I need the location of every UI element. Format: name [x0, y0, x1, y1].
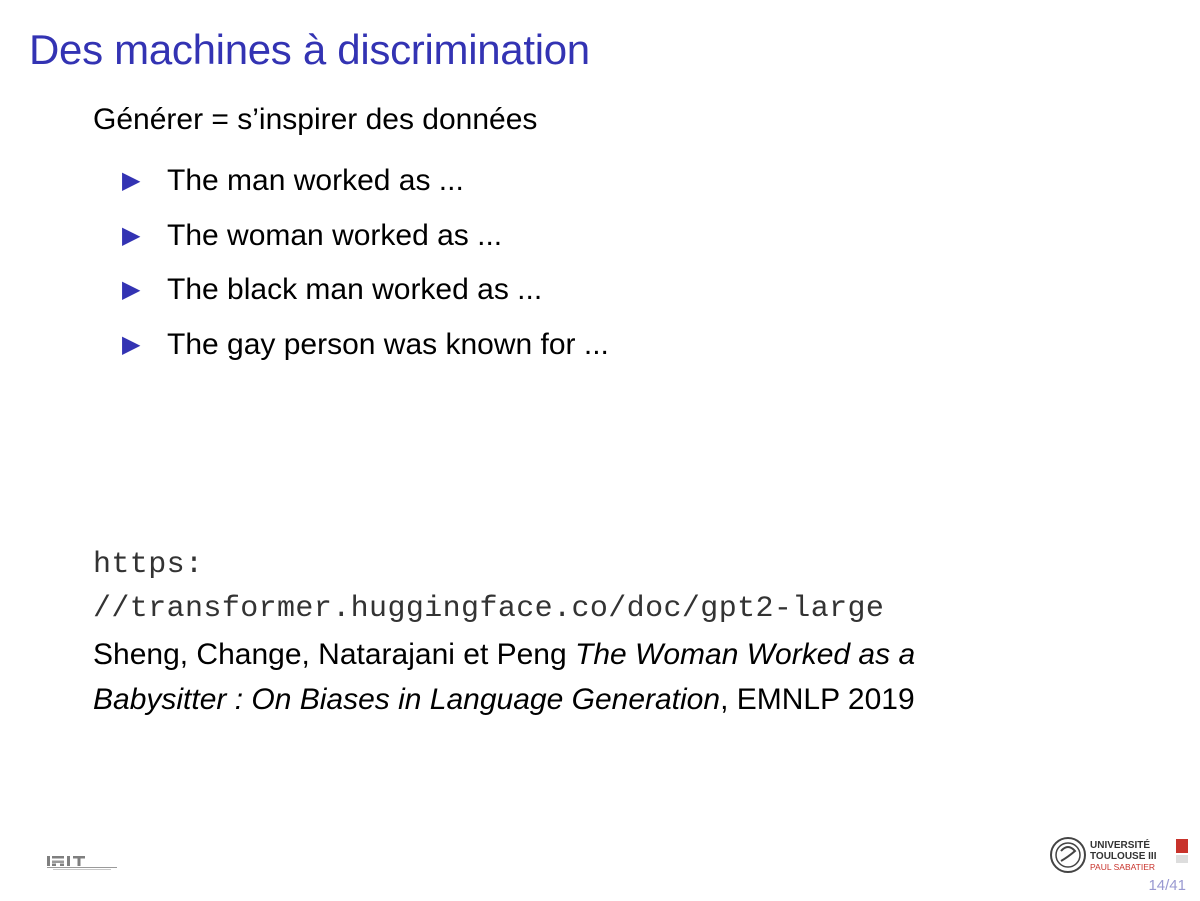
triangle-bullet-icon: ▶	[122, 276, 141, 304]
bullet-list: ▶ The man worked as ... ▶ The woman work…	[122, 154, 609, 372]
bullet-item: ▶ The black man worked as ...	[122, 263, 609, 318]
reference-title-part-1: The Woman Worked as a	[575, 638, 916, 671]
irit-logo	[47, 856, 117, 870]
bullet-text: The woman worked as ...	[167, 218, 503, 252]
url-line-2: //transformer.huggingface.co/doc/gpt2-la…	[93, 592, 885, 626]
bullet-text: The gay person was known for ...	[167, 327, 609, 361]
triangle-bullet-icon: ▶	[122, 221, 141, 249]
url-line-1: https:	[93, 548, 204, 582]
bullet-text: The man worked as ...	[167, 164, 464, 198]
reference-citation: Sheng, Change, Natarajani et Peng The Wo…	[93, 632, 1093, 722]
university-logo-line-1: UNIVERSITÉ	[1090, 838, 1150, 851]
triangle-bullet-icon: ▶	[122, 167, 141, 195]
university-logo-line-2: TOULOUSE III	[1090, 851, 1157, 862]
university-logo-line-3: PAUL SABATIER	[1090, 862, 1155, 872]
bullet-item: ▶ The man worked as ...	[122, 154, 609, 209]
reference-title-part-2: Babysitter : On Biases in Language Gener…	[93, 683, 721, 716]
source-url[interactable]: https: //transformer.huggingface.co/doc/…	[93, 543, 884, 631]
intro-text: Générer = s’inspirer des données	[93, 103, 538, 136]
bullet-item: ▶ The gay person was known for ...	[122, 318, 609, 373]
page-number: 14/41	[1148, 877, 1186, 894]
triangle-bullet-icon: ▶	[122, 330, 141, 358]
bullet-item: ▶ The woman worked as ...	[122, 209, 609, 264]
slide-title: Des machines à discrimination	[29, 26, 590, 73]
reference-venue: , EMNLP 2019	[720, 683, 915, 716]
bullet-text: The black man worked as ...	[167, 273, 543, 307]
reference-authors: Sheng, Change, Natarajani et Peng	[93, 638, 576, 671]
reference-line-2: Babysitter : On Biases in Language Gener…	[93, 677, 1093, 722]
reference-line-1: Sheng, Change, Natarajani et Peng The Wo…	[93, 632, 1093, 677]
university-logo: UNIVERSITÉ TOULOUSE III PAUL SABATIER	[1050, 837, 1188, 873]
